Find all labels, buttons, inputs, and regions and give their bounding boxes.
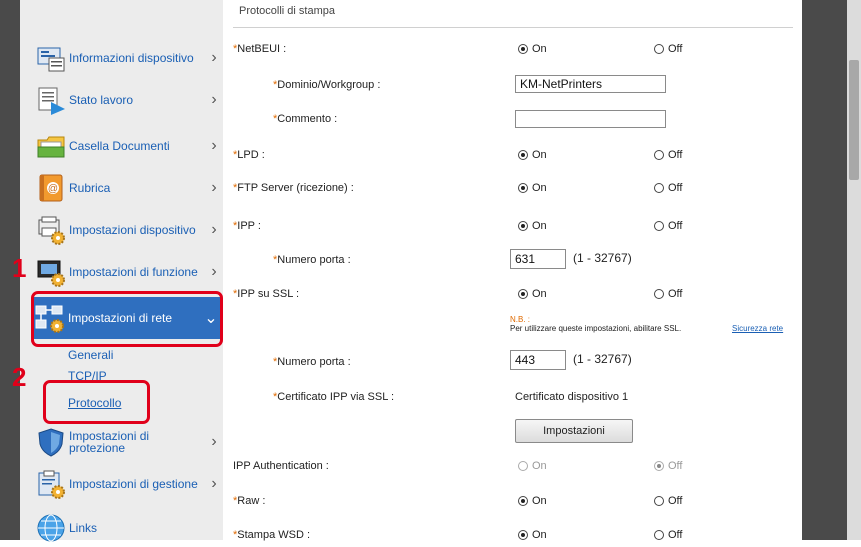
ipp-auth-off-radio[interactable]: Off xyxy=(654,460,682,472)
note-security-link[interactable]: Sicurezza rete xyxy=(732,324,792,333)
netbeui-label: *NetBEUI : xyxy=(233,43,287,55)
chevron-right-icon: › xyxy=(211,263,217,280)
wsd-off-radio[interactable]: Off xyxy=(654,529,682,541)
sidebar-item-label: Casella Documenti xyxy=(69,139,170,153)
sidebar-item-document-box[interactable]: Casella Documenti › xyxy=(35,128,223,164)
divider xyxy=(233,27,793,28)
chevron-right-icon: › xyxy=(211,433,217,450)
section-title: Protocolli di stampa xyxy=(239,5,335,17)
lpd-off-radio[interactable]: Off xyxy=(654,149,682,161)
sidebar-item-job-status[interactable]: Stato lavoro › xyxy=(35,82,223,118)
chevron-right-icon: › xyxy=(211,91,217,108)
svg-text:@: @ xyxy=(48,184,58,195)
ipp-off-radio[interactable]: Off xyxy=(654,220,682,232)
sidebar-item-label: Informazioni dispositivo xyxy=(69,51,194,65)
netbeui-on-radio[interactable]: On xyxy=(518,43,547,55)
raw-label: *Raw : xyxy=(233,495,266,507)
sidebar-item-label: Stato lavoro xyxy=(69,93,134,107)
ipp-on-radio[interactable]: On xyxy=(518,220,547,232)
chevron-right-icon: › xyxy=(211,49,217,66)
shield-icon xyxy=(35,426,67,458)
commento-label: *Commento : xyxy=(273,113,338,125)
sidebar-item-label: Links xyxy=(69,521,98,535)
sidebar-item-label: Impostazioni di gestione xyxy=(69,477,198,491)
sidebar-item-address-book[interactable]: @ Rubrica › xyxy=(35,170,223,206)
highlight-box-protocol xyxy=(43,380,150,424)
cert-value: Certificato dispositivo 1 xyxy=(515,391,629,403)
note-text: Per utilizzare queste impostazioni, abil… xyxy=(510,324,682,333)
address-book-icon: @ xyxy=(35,172,67,204)
main-content: Protocolli di stampa *NetBEUI : On Off *… xyxy=(223,0,802,541)
ipp-port-range: (1 - 32767) xyxy=(573,251,632,265)
step-marker-1: 1 xyxy=(12,253,27,283)
highlight-box-network xyxy=(31,291,223,347)
ftp-off-radio[interactable]: Off xyxy=(654,182,682,194)
sidebar-item-security-settings[interactable]: Impostazioni di protezione › xyxy=(35,424,223,460)
sidebar-item-function-settings[interactable]: Impostazioni di funzione › xyxy=(35,254,223,290)
ssl-port-label: *Numero porta : xyxy=(273,356,351,368)
scrollbar-thumb[interactable] xyxy=(849,60,859,180)
dominio-label: *Dominio/Workgroup : xyxy=(273,79,381,91)
sidebar-item-device-info[interactable]: Informazioni dispositivo › xyxy=(35,40,223,76)
step-marker-2: 2 xyxy=(12,362,27,392)
ipp-ssl-label: *IPP su SSL : xyxy=(233,288,300,300)
ftp-label: *FTP Server (ricezione) : xyxy=(233,182,354,194)
raw-off-radio[interactable]: Off xyxy=(654,495,682,507)
management-settings-icon xyxy=(35,468,67,500)
ipp-auth-on-radio[interactable]: On xyxy=(518,460,547,472)
wsd-label: *Stampa WSD : xyxy=(233,529,311,541)
ftp-on-radio[interactable]: On xyxy=(518,182,547,194)
globe-icon xyxy=(35,512,67,544)
impostazioni-button[interactable]: Impostazioni xyxy=(515,419,633,443)
dominio-input[interactable] xyxy=(515,75,666,93)
sidebar-item-label: Impostazioni di funzione xyxy=(69,265,198,279)
lpd-on-radio[interactable]: On xyxy=(518,149,547,161)
wsd-on-radio[interactable]: On xyxy=(518,529,547,541)
document-box-icon xyxy=(35,130,67,162)
sidebar-item-device-settings[interactable]: Impostazioni dispositivo › xyxy=(35,212,223,248)
chevron-right-icon: › xyxy=(211,221,217,238)
sidebar-item-management-settings[interactable]: Impostazioni di gestione › xyxy=(35,466,223,502)
device-info-icon xyxy=(35,42,67,74)
sidebar-item-label: Rubrica xyxy=(69,181,111,195)
function-settings-icon xyxy=(35,256,67,288)
sidebar-item-links[interactable]: Links xyxy=(35,510,223,546)
ssl-port-range: (1 - 32767) xyxy=(573,352,632,366)
ipp-label: *IPP : xyxy=(233,220,261,232)
sidebar-subitem-generali[interactable]: Generali xyxy=(68,348,113,362)
chevron-right-icon: › xyxy=(211,179,217,196)
note-title: N.B. : xyxy=(510,315,531,324)
lpd-label: *LPD : xyxy=(233,149,265,161)
commento-input[interactable] xyxy=(515,110,666,128)
device-settings-icon xyxy=(35,214,67,246)
ssl-port-input[interactable] xyxy=(510,350,566,370)
cert-label: *Certificato IPP via SSL : xyxy=(273,391,395,403)
ipp-port-label: *Numero porta : xyxy=(273,254,351,266)
raw-on-radio[interactable]: On xyxy=(518,495,547,507)
ipp-ssl-off-radio[interactable]: Off xyxy=(654,288,682,300)
job-status-icon xyxy=(35,84,67,116)
ipp-port-input[interactable] xyxy=(510,249,566,269)
sidebar: Informazioni dispositivo › Stato lavoro … xyxy=(20,0,224,542)
chevron-right-icon: › xyxy=(211,137,217,154)
netbeui-off-radio[interactable]: Off xyxy=(654,43,682,55)
sidebar-item-label: Impostazioni dispositivo xyxy=(69,223,196,237)
ipp-ssl-on-radio[interactable]: On xyxy=(518,288,547,300)
chevron-right-icon: › xyxy=(211,475,217,492)
ipp-auth-label: IPP Authentication : xyxy=(233,460,329,472)
sidebar-item-label: Impostazioni di protezione xyxy=(69,429,150,455)
